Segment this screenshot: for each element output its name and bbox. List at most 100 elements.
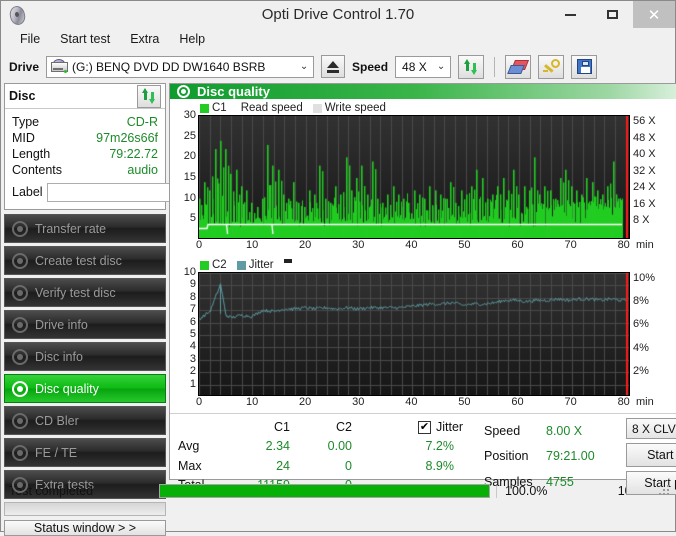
- secondary-tick-label: 2%: [633, 364, 649, 377]
- gauge-icon: [12, 316, 28, 333]
- disc-info-panel: Disc Type CD-R MID 97m26s66f Length 79:2…: [4, 83, 251, 210]
- gauge-icon: [12, 380, 28, 397]
- disc-label-key: Label: [12, 185, 43, 199]
- disc-row-length-key: Length: [12, 147, 51, 161]
- window-title: Opti Drive Control 1.70: [261, 6, 415, 23]
- stat-max-c2: 0: [345, 458, 352, 473]
- legend-c2: C2: [200, 259, 227, 271]
- disc-row-contents-value: audio: [127, 163, 158, 177]
- c2-plot-area: [198, 272, 630, 396]
- c1-x-axis: 0 10 20 30 40 50 60 70 80 min: [195, 239, 676, 254]
- samples-readout-value: 4755: [546, 475, 574, 490]
- disc-row-type: Type CD-R: [12, 114, 158, 130]
- y-tick-label: 10: [183, 266, 196, 278]
- legend-c1: C1: [200, 102, 227, 114]
- drive-label: Drive: [9, 59, 40, 74]
- x-tick-label: 0: [195, 396, 203, 408]
- sidebar-item-cd-bler[interactable]: CD Bler: [4, 406, 166, 435]
- legend-jitter: Jitter: [236, 259, 274, 271]
- test-controls: 8 X CLV ⌄ Start full Start part: [626, 418, 676, 495]
- start-full-button[interactable]: Start full: [626, 443, 676, 467]
- disc-refresh-button[interactable]: [137, 84, 161, 108]
- refresh-swap-button[interactable]: [458, 54, 485, 79]
- stat-max-jitter: 8.9%: [425, 458, 455, 473]
- stat-row-label-avg: Avg: [178, 439, 200, 454]
- toolbar: Drive (G:) BENQ DVD DD DW1640 BSRB ⌄ Spe…: [1, 50, 675, 83]
- x-tick-label: 40: [405, 396, 418, 408]
- gauge-icon: [12, 252, 28, 269]
- eraser-icon: [507, 59, 530, 74]
- chevron-down-icon: ⌄: [436, 61, 446, 72]
- menu-item-help[interactable]: Help: [170, 30, 214, 48]
- sidebar-item-drive-info[interactable]: Drive info: [4, 310, 166, 339]
- disc-row-length: Length 79:22.72: [12, 146, 158, 162]
- speed-select[interactable]: 48 X ⌄: [395, 55, 452, 78]
- sidebar-item-disc-info[interactable]: Disc info: [4, 342, 166, 371]
- secondary-tick-label: 10%: [633, 272, 656, 285]
- drive-settings-button[interactable]: [538, 54, 565, 79]
- x-tick-label: 40: [405, 239, 418, 251]
- eject-button[interactable]: [321, 55, 346, 78]
- x-axis-unit: min: [636, 239, 654, 251]
- sidebar-item-fe-te[interactable]: FE / TE: [4, 438, 166, 467]
- main-panel-header: Disc quality: [170, 84, 676, 99]
- x-tick-label: 0: [195, 239, 203, 251]
- c2-x-axis: 0 10 20 30 40 50 60 70 80 min: [195, 396, 676, 411]
- secondary-tick-label: 32 X: [633, 164, 656, 177]
- erase-disc-button[interactable]: [505, 54, 532, 79]
- drive-select[interactable]: (G:) BENQ DVD DD DW1640 BSRB ⌄: [46, 55, 315, 78]
- disc-row-mid: MID 97m26s66f: [12, 130, 158, 146]
- x-tick-label: 50: [458, 239, 471, 251]
- sidebar-item-label: Disc quality: [35, 381, 99, 396]
- jitter-checkbox-label: Jitter: [436, 420, 464, 435]
- sidebar-item-disc-quality[interactable]: Disc quality: [4, 374, 166, 403]
- menu-item-file[interactable]: File: [11, 30, 49, 48]
- jitter-checkbox[interactable]: ✔: [418, 421, 431, 435]
- secondary-tick-label: 24 X: [633, 181, 656, 194]
- save-floppy-icon: [576, 59, 592, 74]
- sidebar-item-create-test-disc[interactable]: Create test disc: [4, 246, 166, 275]
- disc-label-row: Label: [12, 181, 251, 205]
- y-tick-label: 9: [189, 278, 196, 291]
- legend-write-speed-label: Write speed: [324, 102, 386, 114]
- disc-row-mid-key: MID: [12, 131, 35, 145]
- gauge-icon: [12, 476, 28, 493]
- y-tick-label: 5: [189, 328, 196, 340]
- disc-row-contents: Contents audio: [12, 162, 158, 178]
- speed-label: Speed: [352, 59, 389, 74]
- x-tick-label: 80: [617, 239, 630, 251]
- y-tick-label: 15: [183, 171, 196, 183]
- status-text: Test completed: [9, 484, 94, 498]
- sidebar: Disc Type CD-R MID 97m26s66f Length 79:2…: [4, 83, 251, 536]
- sidebar-item-label: Transfer rate: [35, 221, 107, 236]
- y-tick-label: 3: [189, 352, 196, 365]
- sidebar-item-verify-test-disc[interactable]: Verify test disc: [4, 278, 166, 307]
- c1-chart-legend: C1 Read speed Write speed: [172, 101, 676, 115]
- y-tick-label: 6: [189, 315, 196, 328]
- sidebar-item-transfer-rate[interactable]: Transfer rate: [4, 214, 166, 243]
- stat-max-c1: 24: [276, 458, 290, 473]
- c1-speed-axis: 8 X 16 X 24 X 32 X 40 X 48 X 56 X: [630, 115, 670, 239]
- x-tick-label: 60: [511, 396, 524, 408]
- menu-item-extra[interactable]: Extra: [121, 30, 168, 48]
- disc-row-type-key: Type: [12, 115, 40, 129]
- stat-header-c2: C2: [336, 420, 352, 435]
- secondary-tick-label: 16 X: [633, 197, 656, 210]
- c2-jitter-chart: C2 Jitter 1 2 3 4 5 6 7 8 9 10 2% 4% 6% 8% 10% 0 10 20 3…: [170, 256, 676, 411]
- sidebar-item-label: Drive info: [35, 317, 88, 332]
- main-panel: Disc quality C1 Read speed Write speed 5…: [169, 83, 676, 495]
- position-readout-label: Position: [484, 449, 529, 464]
- sidebar-spacer: [4, 502, 166, 516]
- x-tick-label: 30: [352, 239, 365, 251]
- save-button[interactable]: [571, 54, 598, 79]
- disc-quality-icon: [177, 85, 190, 98]
- status-window-button[interactable]: Status window > >: [4, 520, 166, 536]
- resize-grip[interactable]: [659, 485, 671, 497]
- c1-y-axis: 5 10 15 20 25 30: [172, 109, 198, 239]
- write-strategy-select[interactable]: 8 X CLV ⌄: [626, 418, 676, 439]
- y-tick-label: 1: [189, 377, 196, 390]
- y-tick-label: 10: [183, 191, 196, 204]
- x-tick-label: 70: [564, 396, 577, 408]
- menu-item-start-test[interactable]: Start test: [51, 30, 119, 48]
- stat-header-c1: C1: [274, 420, 290, 435]
